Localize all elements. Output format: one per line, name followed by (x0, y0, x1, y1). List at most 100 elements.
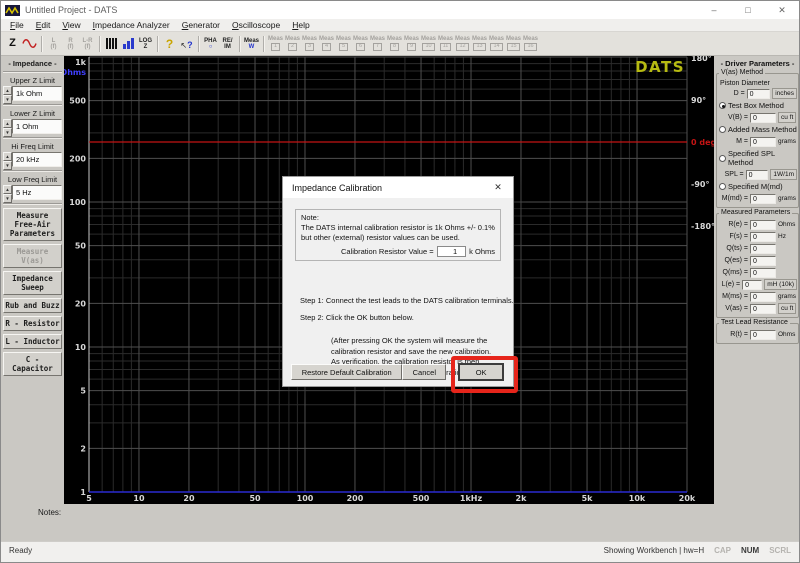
hi-freq-limit-spin-down[interactable]: ▼ (3, 161, 12, 170)
measurement-7-button[interactable]: Meas7 (369, 34, 386, 54)
m-md-row: M(md) =0grams (718, 193, 797, 204)
r-e-input[interactable]: 0 (750, 220, 776, 230)
menu-generator[interactable]: Generator (176, 19, 226, 32)
spectrum-bars-button[interactable] (103, 34, 120, 54)
measurement-2-button[interactable]: Meas2 (284, 34, 301, 54)
measurement-6-button[interactable]: Meas6 (352, 34, 369, 54)
rub-and-buzz-button[interactable]: Rub and Buzz (3, 298, 62, 313)
measurement-16-button[interactable]: Meas16 (522, 34, 539, 54)
dialog-title-bar[interactable]: Impedance Calibration ✕ (283, 177, 513, 198)
upper-z-limit-spin-down[interactable]: ▼ (3, 95, 12, 104)
inductance-vs-freq-button[interactable]: L(f) (45, 34, 62, 54)
impedance-sweep-button[interactable]: Impedance Sweep (3, 271, 62, 295)
specified-m-md-radio[interactable] (719, 183, 726, 190)
low-freq-limit-spin-down[interactable]: ▼ (3, 194, 12, 203)
r-resistor-button[interactable]: R - Resistor (3, 316, 62, 331)
measurement-icon: Meas (438, 36, 453, 42)
measurement-1-button[interactable]: Meas1 (267, 34, 284, 54)
lr-vs-freq-button[interactable]: L-R(f) (79, 34, 96, 54)
menu-edit[interactable]: Edit (30, 19, 57, 32)
added-mass-method-radio-row: Added Mass Method (718, 125, 797, 134)
low-freq-limit-value[interactable]: 5 Hz (12, 185, 62, 200)
upper-z-limit-value[interactable]: 1k Ohm (12, 86, 62, 101)
test-box-method-radio[interactable] (719, 102, 726, 109)
impedance-magnitude-button[interactable]: Z (4, 34, 21, 54)
svg-text:5: 5 (86, 494, 92, 503)
measurement-4-button[interactable]: Meas4 (318, 34, 335, 54)
m-input[interactable]: 0 (750, 137, 776, 147)
v-as-input[interactable]: 0 (750, 304, 776, 314)
histogram-button[interactable] (120, 34, 137, 54)
mh-10k-unit-button[interactable]: mH (10k) (764, 279, 797, 290)
l-inductor-button[interactable]: L - Inductor (3, 334, 62, 349)
1w-1m-unit-button[interactable]: 1W/1m (770, 169, 797, 180)
l-e-input[interactable]: 0 (742, 280, 762, 290)
menu-help[interactable]: Help (286, 19, 315, 32)
upper-z-limit-spin-up[interactable]: ▲ (3, 86, 12, 95)
svg-text:20: 20 (183, 494, 195, 503)
measurement-11-button[interactable]: Meas11 (437, 34, 454, 54)
lower-z-limit-spin-down[interactable]: ▼ (3, 128, 12, 137)
measurement-12-button[interactable]: Meas12 (454, 34, 471, 54)
measurement-14-button[interactable]: Meas14 (488, 34, 505, 54)
lower-z-limit-spin-up[interactable]: ▲ (3, 119, 12, 128)
c-capacitor-button[interactable]: C - Capacitor (3, 352, 62, 376)
log-impedance-button[interactable]: LOGZ (137, 34, 154, 54)
measurement-5-button[interactable]: Meas5 (335, 34, 352, 54)
driver-parameters-header: - Driver Parameters - (716, 59, 799, 68)
sine-generator-button[interactable] (21, 34, 38, 54)
m-ms-input[interactable]: 0 (750, 292, 776, 302)
help-button[interactable]: ? (161, 34, 178, 54)
measurement-13-button[interactable]: Meas13 (471, 34, 488, 54)
menu-file[interactable]: File (4, 19, 30, 32)
calibration-resistor-input[interactable]: 1 (437, 246, 467, 257)
specified-spl-method-radio[interactable] (719, 155, 726, 162)
dialog-close-icon[interactable]: ✕ (483, 177, 513, 198)
impedance-magnitude-icon: Z (9, 38, 16, 49)
close-button[interactable]: ✕ (765, 1, 799, 19)
menu-impedance-analyzer[interactable]: Impedance Analyzer (87, 19, 176, 32)
inches-unit-button[interactable]: inches (772, 88, 797, 99)
measurement-15-button[interactable]: Meas15 (505, 34, 522, 54)
d-input[interactable]: 0 (747, 89, 771, 99)
hi-freq-limit-spin-up[interactable]: ▲ (3, 152, 12, 161)
phase-button[interactable]: PHA○ (202, 34, 219, 54)
added-mass-method-radio[interactable] (719, 126, 726, 133)
test-lead-resistance-group-label: Test Lead Resistance (719, 319, 790, 326)
grams-unit-label: grams (778, 195, 796, 202)
v-b-input[interactable]: 0 (750, 113, 776, 123)
workbench-status: Showing Workbench | hw=H (604, 546, 704, 555)
measurement-9-button[interactable]: Meas9 (403, 34, 420, 54)
q-ms-input[interactable]: 0 (750, 268, 776, 278)
menu-oscilloscope[interactable]: Oscilloscope (226, 19, 286, 32)
lower-z-limit-spinner: ▲▼1 Ohm (3, 119, 62, 134)
low-freq-limit-spin-up[interactable]: ▲ (3, 185, 12, 194)
measure-v-as-button[interactable]: Measure V(as) (3, 244, 62, 268)
cu-ft-unit-button[interactable]: cu ft (778, 112, 796, 123)
cancel-button[interactable]: Cancel (402, 364, 446, 380)
hi-freq-limit-value[interactable]: 20 kHz (12, 152, 62, 167)
maximize-button[interactable]: □ (731, 1, 765, 19)
measurement-w-button[interactable]: MeasW (243, 34, 260, 54)
lower-z-limit-value[interactable]: 1 Ohm (12, 119, 62, 134)
spl-input[interactable]: 0 (746, 170, 769, 180)
svg-text:500: 500 (69, 97, 86, 106)
measurement-10-button[interactable]: Meas10 (420, 34, 437, 54)
cu-ft-unit-button[interactable]: cu ft (778, 303, 796, 314)
q-es-input[interactable]: 0 (750, 256, 776, 266)
d-row: D =0inches (718, 88, 797, 99)
minimize-button[interactable]: – (697, 1, 731, 19)
menu-view[interactable]: View (56, 19, 86, 32)
m-md-input[interactable]: 0 (750, 194, 776, 204)
q-ts-input[interactable]: 0 (750, 244, 776, 254)
v-b-label: V(B) = (718, 114, 750, 121)
measurement-3-button[interactable]: Meas3 (301, 34, 318, 54)
context-help-button[interactable]: ↖? (178, 34, 195, 54)
f-s-input[interactable]: 0 (750, 232, 776, 242)
measure-free-air-parameters-button[interactable]: Measure Free-Air Parameters (3, 208, 62, 241)
r-t-input[interactable]: 0 (750, 330, 776, 340)
restore-default-calibration-button[interactable]: Restore Default Calibration (291, 364, 402, 380)
resistance-vs-freq-button[interactable]: R(f) (62, 34, 79, 54)
measurement-8-button[interactable]: Meas8 (386, 34, 403, 54)
real-imaginary-button[interactable]: RE/IM (219, 34, 236, 54)
